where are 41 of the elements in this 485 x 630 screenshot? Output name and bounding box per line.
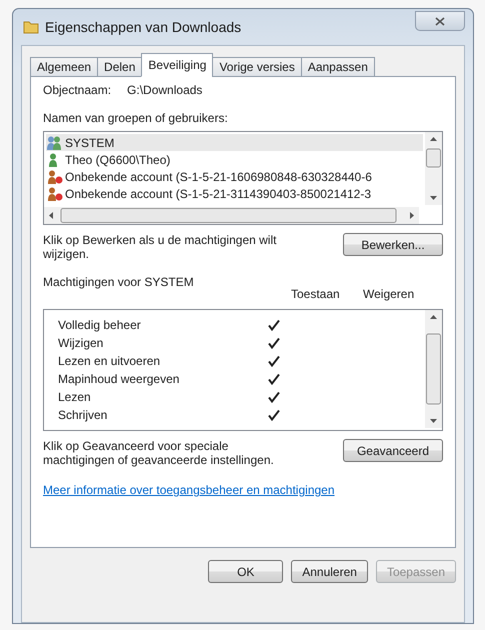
column-header: Toestaan (291, 287, 341, 301)
field-value: G:\Downloads (127, 83, 202, 97)
instruction-text: Klik op Bewerken als u de machtigingen wilt wijzigen. (43, 233, 278, 261)
check-icon (268, 391, 280, 403)
list-item[interactable]: SYSTEM (46, 134, 423, 151)
permission-name: Lezen (58, 390, 92, 404)
close-icon (435, 16, 445, 26)
window-title: Eigenschappen van Downloads (45, 19, 242, 35)
permission-name: Schrijven (58, 408, 108, 422)
tab[interactable]: Delen (97, 57, 142, 77)
permission-name: Mapinhoud weergeven (58, 372, 180, 386)
permission-name: Wijzigen (58, 336, 104, 350)
help-link[interactable]: Meer informatie over toegangsbeheer en machtigingen (43, 483, 335, 497)
unknown-user-icon (46, 186, 63, 201)
instruction-text: Klik op Geavanceerd voor speciale machtigingen of geavanceerde instellingen. (43, 439, 275, 467)
section-label: Machtigingen voor SYSTEM (43, 275, 195, 289)
check-icon (268, 355, 280, 367)
advanced-button[interactable]: Geavanceerd (343, 439, 443, 462)
tab[interactable]: Aanpassen (300, 57, 375, 77)
close-button[interactable] (415, 11, 465, 31)
unknown-user-icon (46, 169, 63, 184)
tab[interactable]: Algemeen (30, 57, 98, 77)
check-icon (268, 319, 280, 331)
dialog-button[interactable]: Annuleren (291, 560, 368, 583)
dialog-button[interactable]: OK (208, 560, 284, 583)
permission-name: Lezen en uitvoeren (58, 354, 162, 368)
field-label: Objectnaam: (43, 83, 112, 97)
check-icon (268, 373, 280, 385)
permission-name: Volledig beheer (58, 318, 142, 332)
check-icon (268, 337, 280, 349)
tab[interactable]: Vorige versies (212, 57, 302, 77)
tab[interactable]: Beveiliging (141, 53, 214, 77)
column-header: Weigeren (363, 287, 414, 301)
list-item[interactable]: Onbekende account (S-1-5-21-3114390403-850021412-3 (46, 185, 423, 202)
folder-icon (23, 20, 39, 34)
users-icon (46, 135, 63, 150)
list-item[interactable]: Onbekende account (S-1-5-21-1606980848-630328440-6 (46, 168, 423, 185)
check-icon (268, 409, 280, 421)
list-item[interactable]: Theo (Q6600\Theo) (46, 151, 423, 168)
section-label: Namen van groepen of gebruikers: (43, 111, 229, 125)
edit-button[interactable]: Bewerken... (343, 233, 443, 256)
